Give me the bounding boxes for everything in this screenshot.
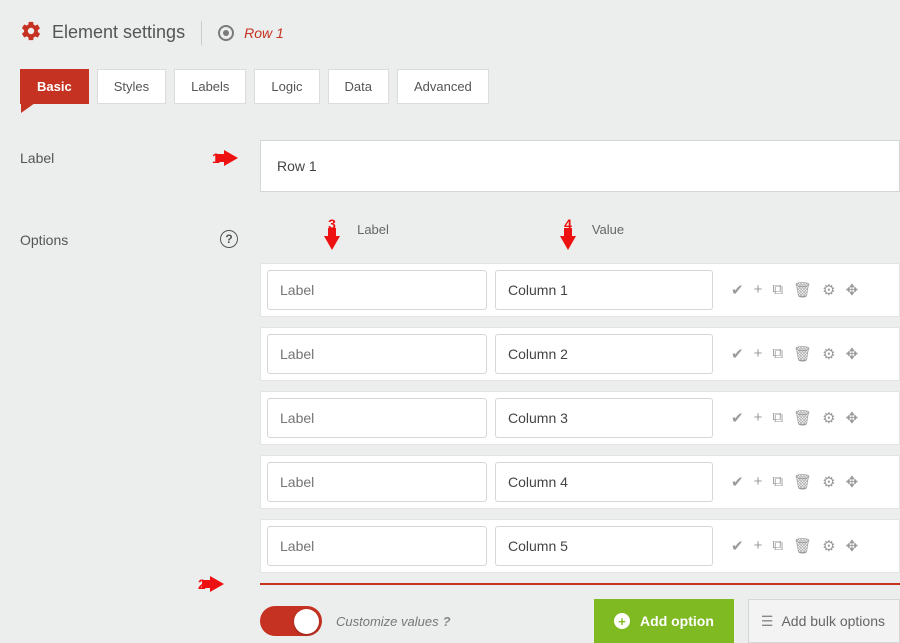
header-divider <box>201 21 202 45</box>
option-label-input[interactable] <box>267 334 487 374</box>
settings-header: Element settings Row 1 <box>20 20 900 45</box>
option-value-input[interactable] <box>495 270 713 310</box>
add-bulk-options-button[interactable]: ☰ Add bulk options <box>748 599 900 643</box>
copy-icon[interactable]: ⧉ <box>772 281 783 299</box>
annotation-4: 4 <box>560 216 576 250</box>
check-icon[interactable]: ✔ <box>731 345 744 363</box>
customize-values-toggle[interactable] <box>260 606 322 636</box>
plus-icon[interactable]: + <box>754 473 763 491</box>
options-footer: Customize values? + Add option ☰ Add bul… <box>260 599 900 643</box>
plus-icon[interactable]: + <box>754 537 763 555</box>
list-icon: ☰ <box>761 613 774 630</box>
option-headers: Label Value <box>254 222 900 263</box>
settings-icon[interactable]: ⚙ <box>822 409 835 427</box>
page-title: Element settings <box>52 22 185 43</box>
tab-styles[interactable]: Styles <box>97 69 166 104</box>
customize-values-label: Customize values? <box>336 614 580 629</box>
option-actions: ✔ + ⧉ 🗑 ⚙ ✥ <box>731 281 858 299</box>
option-row: ✔ + ⧉ 🗑 ⚙ ✥ <box>260 391 900 445</box>
option-label-input[interactable] <box>267 398 487 438</box>
option-actions: ✔ + ⧉ 🗑 ⚙ ✥ <box>731 345 858 363</box>
option-row: ✔ + ⧉ 🗑 ⚙ ✥ <box>260 327 900 381</box>
move-icon[interactable]: ✥ <box>846 537 859 555</box>
option-actions: ✔ + ⧉ 🗑 ⚙ ✥ <box>731 409 858 427</box>
settings-icon[interactable]: ⚙ <box>822 281 835 299</box>
breadcrumb: Row 1 <box>244 25 284 41</box>
tab-basic[interactable]: Basic <box>20 69 89 104</box>
option-row: ✔ + ⧉ 🗑 ⚙ ✥ <box>260 263 900 317</box>
settings-icon[interactable]: ⚙ <box>822 345 835 363</box>
move-icon[interactable]: ✥ <box>846 473 859 491</box>
option-label-input[interactable] <box>267 270 487 310</box>
arrow-down-icon <box>324 236 340 250</box>
check-icon[interactable]: ✔ <box>731 473 744 491</box>
radio-icon <box>218 25 234 41</box>
option-value-input[interactable] <box>495 334 713 374</box>
copy-icon[interactable]: ⧉ <box>772 409 783 427</box>
trash-icon[interactable]: 🗑 <box>793 281 812 299</box>
plus-icon[interactable]: + <box>754 409 763 427</box>
move-icon[interactable]: ✥ <box>846 281 859 299</box>
plus-icon[interactable]: + <box>754 281 763 299</box>
tab-advanced[interactable]: Advanced <box>397 69 489 104</box>
plus-icon[interactable]: + <box>754 345 763 363</box>
settings-icon[interactable]: ⚙ <box>822 473 835 491</box>
check-icon[interactable]: ✔ <box>731 537 744 555</box>
plus-circle-icon: + <box>614 613 630 629</box>
annotation-3: 3 <box>324 216 340 250</box>
copy-icon[interactable]: ⧉ <box>772 537 783 555</box>
options-divider <box>260 583 900 585</box>
option-row: ✔ + ⧉ 🗑 ⚙ ✥ <box>260 519 900 573</box>
trash-icon[interactable]: 🗑 <box>793 537 812 555</box>
label-input[interactable] <box>260 140 900 192</box>
move-icon[interactable]: ✥ <box>846 345 859 363</box>
tab-labels[interactable]: Labels <box>174 69 246 104</box>
options-row: Options ? 3 4 Label Value ✔ + ⧉ 🗑 <box>20 222 900 643</box>
toggle-knob <box>294 609 319 634</box>
help-icon[interactable]: ? <box>220 230 238 248</box>
label-field-name: Label <box>20 140 220 166</box>
option-value-input[interactable] <box>495 398 713 438</box>
arrow-right-icon <box>210 576 224 592</box>
help-glyph-icon[interactable]: ? <box>443 614 451 629</box>
label-row: Label 1 <box>20 140 900 192</box>
option-header-value: Value <box>492 222 724 263</box>
copy-icon[interactable]: ⧉ <box>772 345 783 363</box>
annotation-2: 2 <box>198 576 224 592</box>
move-icon[interactable]: ✥ <box>846 409 859 427</box>
arrow-right-icon <box>224 150 238 166</box>
option-actions: ✔ + ⧉ 🗑 ⚙ ✥ <box>731 473 858 491</box>
tab-bar: Basic Styles Labels Logic Data Advanced <box>20 69 900 104</box>
option-value-input[interactable] <box>495 526 713 566</box>
check-icon[interactable]: ✔ <box>731 409 744 427</box>
tab-logic[interactable]: Logic <box>254 69 319 104</box>
annotation-1: 1 <box>212 150 238 166</box>
gear-icon <box>20 20 42 45</box>
tab-data[interactable]: Data <box>328 69 389 104</box>
option-row: ✔ + ⧉ 🗑 ⚙ ✥ <box>260 455 900 509</box>
trash-icon[interactable]: 🗑 <box>793 473 812 491</box>
arrow-down-icon <box>560 236 576 250</box>
add-option-button[interactable]: + Add option <box>594 599 734 643</box>
option-header-label: Label <box>254 222 492 263</box>
option-actions: ✔ + ⧉ 🗑 ⚙ ✥ <box>731 537 858 555</box>
option-value-input[interactable] <box>495 462 713 502</box>
option-label-input[interactable] <box>267 462 487 502</box>
option-label-input[interactable] <box>267 526 487 566</box>
settings-icon[interactable]: ⚙ <box>822 537 835 555</box>
copy-icon[interactable]: ⧉ <box>772 473 783 491</box>
options-field-name: Options <box>20 222 220 248</box>
trash-icon[interactable]: 🗑 <box>793 345 812 363</box>
check-icon[interactable]: ✔ <box>731 281 744 299</box>
trash-icon[interactable]: 🗑 <box>793 409 812 427</box>
